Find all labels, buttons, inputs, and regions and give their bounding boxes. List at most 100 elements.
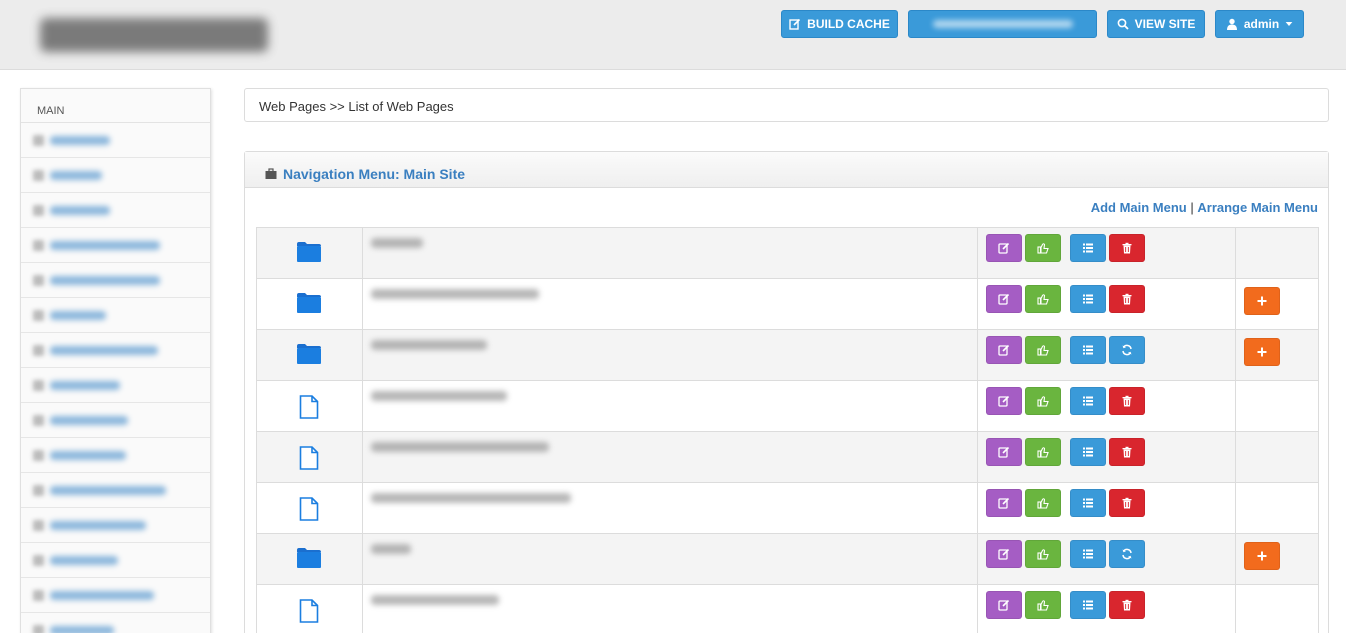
row-name-cell — [361, 533, 979, 585]
row-type-cell — [256, 482, 363, 534]
sidebar-item[interactable] — [21, 438, 210, 473]
approve-button[interactable] — [1025, 438, 1062, 466]
row-name[interactable] — [370, 493, 571, 503]
sidebar-item-label — [50, 205, 110, 215]
sidebar-item[interactable] — [21, 228, 210, 263]
sidebar-item-label — [50, 380, 120, 390]
view-site-button[interactable]: VIEW SITE — [1107, 10, 1205, 38]
row-name[interactable] — [370, 340, 487, 350]
edit-button[interactable] — [986, 591, 1023, 619]
delete-button[interactable] — [1109, 234, 1146, 262]
delete-button[interactable] — [1109, 489, 1146, 517]
refresh-button[interactable] — [1109, 540, 1146, 568]
sidebar-section-title: MAIN — [21, 89, 210, 123]
approve-button[interactable] — [1025, 387, 1062, 415]
add-submenu-button[interactable] — [1244, 542, 1281, 570]
list-icon — [1082, 599, 1094, 611]
sidebar-item[interactable] — [21, 263, 210, 298]
thumbs-up-icon — [1037, 242, 1049, 254]
row-actions-cell — [977, 227, 1237, 279]
list-button[interactable] — [1070, 234, 1107, 262]
add-submenu-button[interactable] — [1244, 338, 1281, 366]
caret-down-icon — [1285, 22, 1293, 26]
sidebar-item[interactable] — [21, 543, 210, 578]
approve-button[interactable] — [1025, 285, 1062, 313]
list-button[interactable] — [1070, 387, 1107, 415]
list-button[interactable] — [1070, 285, 1107, 313]
edit-button[interactable] — [986, 285, 1023, 313]
edit-button[interactable] — [986, 234, 1023, 262]
row-name[interactable] — [370, 544, 411, 554]
delete-button[interactable] — [1109, 387, 1146, 415]
thumbs-up-icon — [1037, 293, 1049, 305]
build-cache-button[interactable]: BUILD CACHE — [781, 10, 898, 38]
sidebar-item[interactable] — [21, 298, 210, 333]
table-row — [256, 227, 1319, 279]
list-button[interactable] — [1070, 489, 1107, 517]
edit-icon — [998, 548, 1010, 560]
list-button[interactable] — [1070, 336, 1107, 364]
row-name[interactable] — [370, 595, 499, 605]
briefcase-icon — [265, 168, 277, 179]
zoom-icon — [1117, 18, 1129, 30]
edit-button[interactable] — [986, 489, 1023, 517]
row-name[interactable] — [370, 391, 507, 401]
row-name[interactable] — [370, 442, 549, 452]
sidebar-item[interactable] — [21, 193, 210, 228]
delete-button[interactable] — [1109, 438, 1146, 466]
approve-button[interactable] — [1025, 489, 1062, 517]
sidebar-item-label — [50, 590, 154, 600]
trash-icon — [1121, 242, 1133, 254]
menu-table — [256, 227, 1319, 633]
label-icon — [33, 449, 44, 461]
sidebar-item[interactable] — [21, 403, 210, 438]
sidebar-item-label — [50, 275, 160, 285]
sidebar-item[interactable] — [21, 123, 210, 158]
edit-button[interactable] — [986, 438, 1023, 466]
table-row — [256, 584, 1319, 633]
row-name[interactable] — [370, 238, 423, 248]
row-add-cell — [1235, 329, 1319, 381]
approve-button[interactable] — [1025, 591, 1062, 619]
admin-dropdown-button[interactable]: admin — [1215, 10, 1304, 38]
add-main-menu-link[interactable]: Add Main Menu — [1091, 200, 1187, 215]
mail-icon — [33, 414, 44, 426]
site-logo[interactable] — [40, 18, 268, 52]
add-submenu-button[interactable] — [1244, 287, 1281, 315]
row-add-cell — [1235, 227, 1319, 279]
sidebar-item[interactable] — [21, 158, 210, 193]
sidebar-item[interactable] — [21, 473, 210, 508]
sidebar-item[interactable] — [21, 578, 210, 613]
plus-icon — [1256, 550, 1268, 562]
thumbs-up-icon — [1037, 344, 1049, 356]
approve-button[interactable] — [1025, 336, 1062, 364]
folder-icon — [297, 330, 322, 367]
arrange-main-menu-link[interactable]: Arrange Main Menu — [1197, 200, 1318, 215]
edit-button[interactable] — [986, 540, 1023, 568]
refresh-icon — [1121, 548, 1133, 560]
sidebar-item-label — [50, 170, 102, 180]
list-icon — [1082, 293, 1094, 305]
edit-button[interactable] — [986, 336, 1023, 364]
row-type-cell — [256, 278, 363, 330]
sidebar-item[interactable] — [21, 333, 210, 368]
sidebar-item[interactable] — [21, 368, 210, 403]
list-button[interactable] — [1070, 540, 1107, 568]
sidebar-item[interactable] — [21, 508, 210, 543]
edit-button[interactable] — [986, 387, 1023, 415]
refresh-button[interactable] — [1109, 336, 1146, 364]
approve-button[interactable] — [1025, 540, 1062, 568]
row-actions-cell — [977, 533, 1237, 585]
edit-icon — [998, 446, 1010, 458]
delete-button[interactable] — [1109, 285, 1146, 313]
blurred-header-button[interactable] — [908, 10, 1097, 38]
edit-icon — [998, 497, 1010, 509]
delete-button[interactable] — [1109, 591, 1146, 619]
sidebar-item[interactable] — [21, 613, 210, 633]
list-button[interactable] — [1070, 438, 1107, 466]
list-button[interactable] — [1070, 591, 1107, 619]
row-name[interactable] — [370, 289, 539, 299]
edit-icon — [998, 242, 1010, 254]
view-site-label: VIEW SITE — [1134, 17, 1196, 31]
approve-button[interactable] — [1025, 234, 1062, 262]
